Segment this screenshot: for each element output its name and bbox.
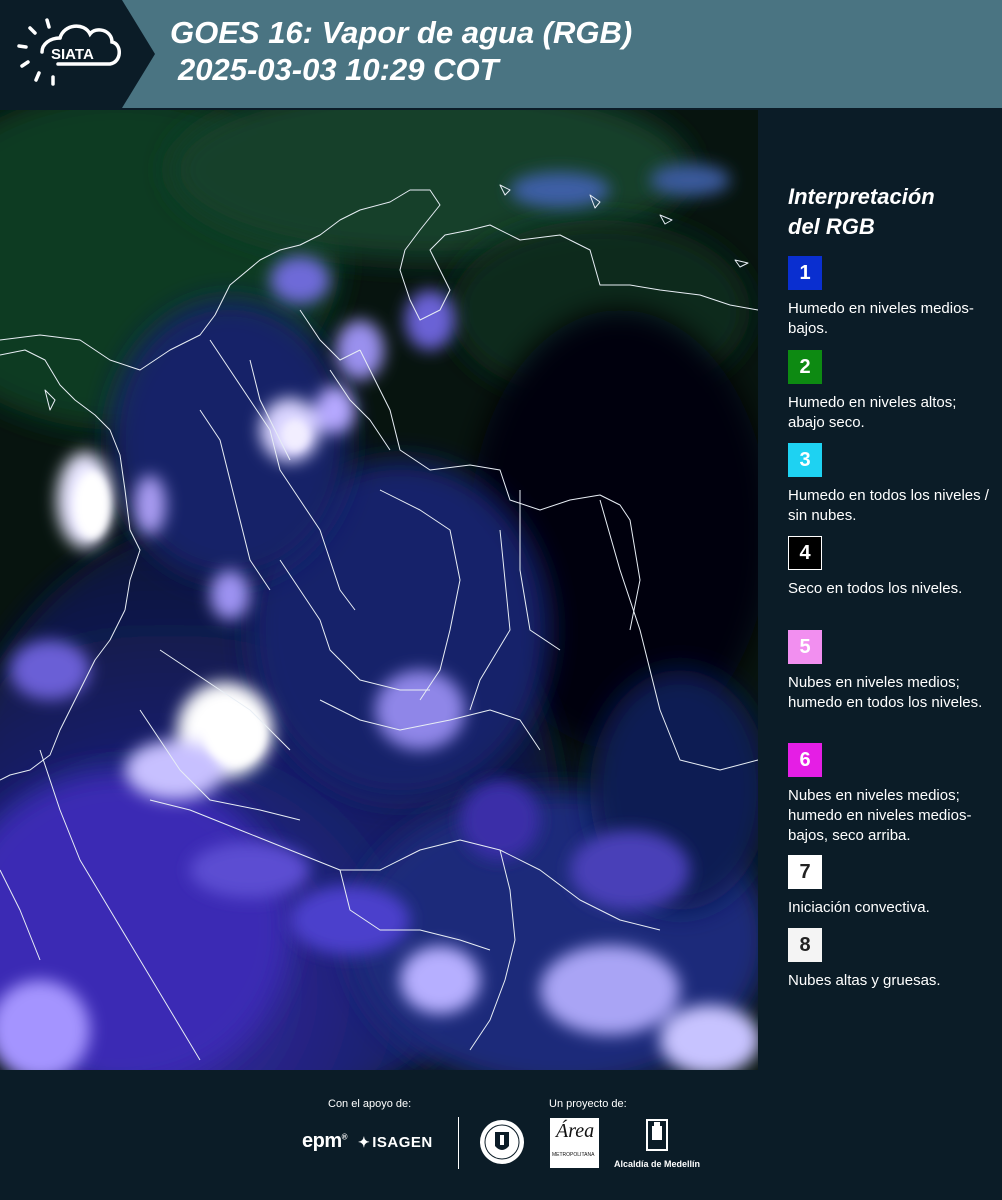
epm-logo: epm®	[302, 1130, 348, 1152]
legend-item: 4 Seco en todos los niveles.	[788, 536, 993, 599]
title-line-1: GOES 16: Vapor de agua (RGB)	[170, 15, 633, 50]
divider	[458, 1117, 459, 1169]
legend-swatch: 1	[788, 256, 822, 290]
legend-desc: Iniciación convectiva.	[788, 899, 930, 916]
university-seal-icon	[480, 1120, 524, 1164]
svg-text:SIATA: SIATA	[51, 46, 94, 63]
isagen-logo: ✦ ISAGEN	[358, 1134, 433, 1151]
legend-item: 5 Nubes en niveles medios; humedo en tod…	[788, 630, 993, 713]
legend-item: 1 Humedo en niveles medios-bajos.	[788, 256, 993, 339]
support-label: Con el apoyo de:	[328, 1098, 412, 1110]
legend-desc: Nubes en niveles medios; humedo en nivel…	[788, 787, 972, 844]
legend-item: 8 Nubes altas y gruesas.	[788, 928, 993, 991]
siata-logo: SIATA	[0, 0, 155, 108]
coat-of-arms-icon	[646, 1119, 668, 1151]
legend-swatch: 8	[788, 928, 822, 962]
legend-swatch: 2	[788, 350, 822, 384]
legend-item: 7 Iniciación convectiva.	[788, 855, 993, 918]
area-metropolitana-logo: Área METROPOLITANA	[550, 1118, 599, 1168]
legend-swatch: 6	[788, 743, 822, 777]
legend-swatch: 5	[788, 630, 822, 664]
title-line-2: 2025-03-03 10:29 COT	[178, 52, 499, 87]
header: SIATA GOES 16: Vapor de agua (RGB) 2025-…	[0, 0, 1002, 108]
legend-item: 2 Humedo en niveles altos; abajo seco.	[788, 350, 993, 433]
project-label: Un proyecto de:	[549, 1098, 627, 1110]
legend-desc: Seco en todos los niveles.	[788, 580, 963, 597]
legend-desc: Nubes en niveles medios; humedo en todos…	[788, 674, 983, 711]
legend-swatch: 3	[788, 443, 822, 477]
legend-item: 3 Humedo en todos los niveles / sin nube…	[788, 443, 993, 526]
satellite-image	[0, 110, 758, 1070]
legend-desc: Humedo en niveles medios-bajos.	[788, 300, 974, 337]
legend-item: 6 Nubes en niveles medios; humedo en niv…	[788, 743, 993, 846]
water-vapor-map	[0, 110, 758, 1070]
legend-panel: Interpretación del RGB 1 Humedo en nivel…	[760, 110, 1002, 1070]
legend-desc: Humedo en todos los niveles / sin nubes.	[788, 487, 989, 524]
legend-swatch: 7	[788, 855, 822, 889]
legend-swatch: 4	[788, 536, 822, 570]
footer: Con el apoyo de: Un proyecto de: epm® ✦ I…	[0, 1070, 1002, 1200]
legend-title: Interpretación del RGB	[788, 184, 935, 239]
alcaldia-logo: Alcaldía de Medellín	[612, 1118, 702, 1169]
logo-block: SIATA	[0, 0, 155, 108]
page-title: GOES 16: Vapor de agua (RGB) 2025-03-03 …	[170, 14, 632, 88]
legend-desc: Nubes altas y gruesas.	[788, 972, 941, 989]
legend-desc: Humedo en niveles altos; abajo seco.	[788, 394, 957, 431]
